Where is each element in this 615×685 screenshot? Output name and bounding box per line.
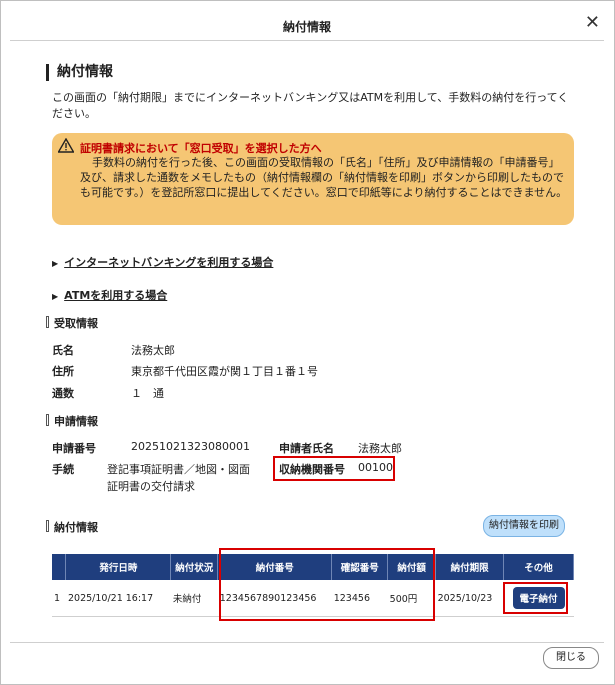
applicant-value: 法務太郎 [358, 442, 402, 455]
highlight-box-e-payment [503, 582, 568, 614]
section-title: 納付情報 [46, 64, 113, 81]
name-value: 法務太郎 [131, 344, 175, 357]
procedure-label: 手続 [52, 463, 74, 476]
warning-heading: 証明書請求において「窓口受取」を選択した方へ [80, 142, 322, 155]
deadline-cell: 2025/10/23 [435, 580, 504, 617]
print-payment-info-button[interactable]: 納付情報を印刷 [483, 515, 565, 537]
org-number-label: 収納機関番号 [279, 463, 345, 476]
application-number-value: 20251021323080001 [131, 440, 250, 453]
applicant-label: 申請者氏名 [279, 442, 334, 455]
issued-cell: 2025/10/21 16:17 [65, 580, 171, 617]
atm-link-label: ATMを利用する場合 [64, 289, 168, 302]
receipt-heading: 受取情報 [46, 315, 98, 331]
column-header: 納付期限 [435, 554, 505, 580]
procedure-line2: 証明書の交付請求 [107, 480, 195, 493]
column-header: その他 [503, 554, 574, 580]
dialog-footer [10, 642, 604, 643]
atm-link[interactable]: ▶ ATMを利用する場合 [52, 287, 167, 303]
intro-text: この画面の「納付期限」までにインターネットバンキング又はATMを利用して、手数料… [52, 91, 569, 120]
triangle-right-icon: ▶ [52, 292, 59, 301]
internet-banking-link-label: インターネットバンキングを利用する場合 [64, 256, 274, 269]
dialog-title: 納付情報 [282, 20, 331, 34]
name-label: 氏名 [52, 344, 74, 357]
close-button[interactable]: 閉じる [543, 647, 599, 669]
close-icon[interactable]: ✕ [585, 12, 600, 33]
copies-label: 通数 [52, 387, 74, 400]
application-heading: 申請情報 [46, 413, 98, 429]
column-header: 納付状況 [170, 554, 219, 580]
highlight-box-payment-columns [219, 548, 435, 621]
status-cell: 未納付 [170, 580, 218, 617]
warning-box: 証明書請求において「窓口受取」を選択した方へ 手数料の納付を行った後、この画面の… [52, 133, 574, 225]
warning-body: 手数料の納付を行った後、この画面の受取情報の「氏名」「住所」及び申請情報の「申請… [80, 156, 568, 199]
procedure-line1: 登記事項証明書／地図・図面 [107, 463, 250, 476]
address-label: 住所 [52, 365, 74, 378]
row-index: 1 [52, 580, 66, 617]
payment-heading: 納付情報 [46, 519, 98, 535]
internet-banking-link[interactable]: ▶ インターネットバンキングを利用する場合 [52, 254, 273, 270]
triangle-right-icon: ▶ [52, 259, 59, 268]
dialog-titlebar: 納付情報 ✕ [10, 10, 604, 41]
column-header: 発行日時 [65, 554, 172, 580]
copies-value: １ 通 [131, 387, 164, 400]
address-value: 東京都千代田区霞が関１丁目１番１号 [131, 365, 318, 378]
application-number-label: 申請番号 [52, 442, 96, 455]
org-number-value: 00100 [358, 461, 393, 474]
warning-icon [58, 138, 74, 153]
column-header-index [52, 554, 67, 580]
